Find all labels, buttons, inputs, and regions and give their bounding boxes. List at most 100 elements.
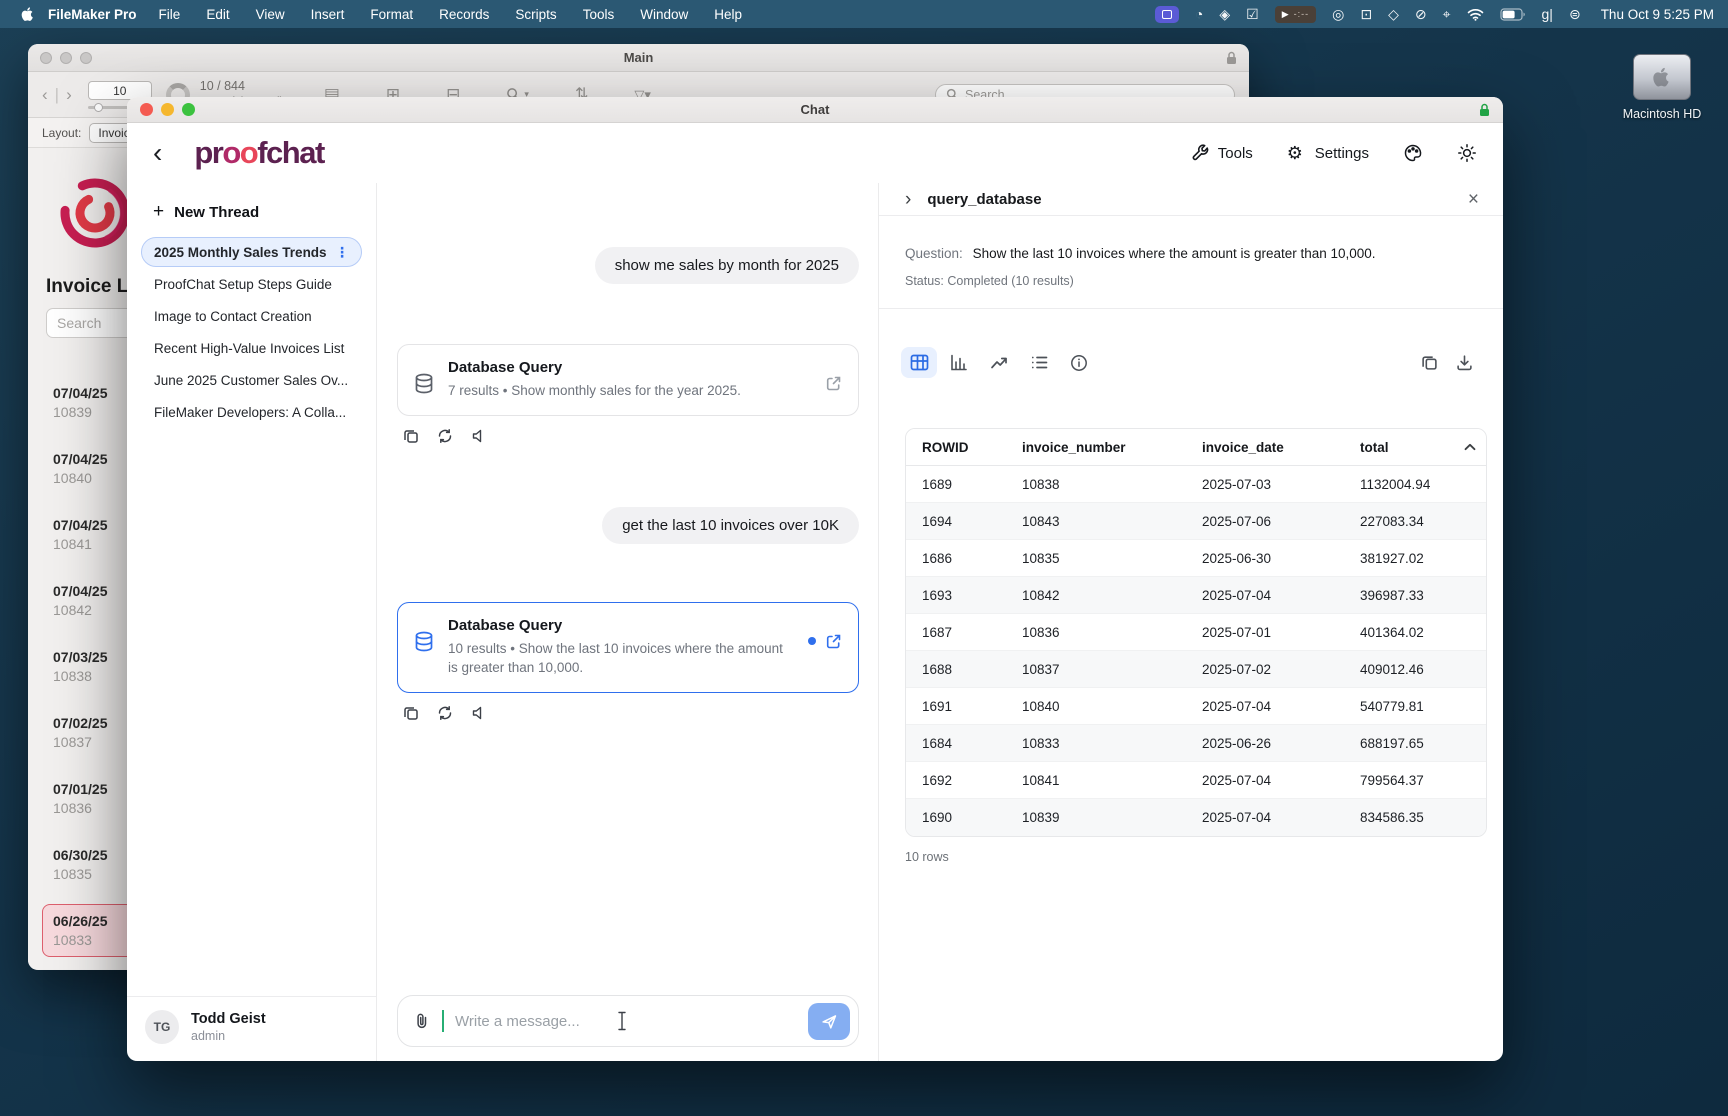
attachment-icon[interactable] [413,1012,431,1030]
sidebar-thread-item[interactable]: June 2025 Customer Sales Ov... [141,365,362,395]
copy-results-icon[interactable] [1421,354,1438,371]
line-chart-view-button[interactable] [981,347,1017,378]
camera-icon[interactable]: ⊡ [1360,7,1372,21]
column-header-ROWID[interactable]: ROWID [922,440,1022,455]
menu-records[interactable]: Records [439,7,489,22]
table-row[interactable]: 1690108392025-07-04834586.35 [906,799,1486,836]
c-app-icon[interactable]: ◎ [1332,7,1344,21]
card-title: Database Query [448,617,794,634]
thread-label: Recent High-Value Invoices List [154,341,344,356]
dev-shield-icon[interactable]: ◈ [1219,7,1230,21]
table-row[interactable]: 1692108412025-07-04799564.37 [906,762,1486,799]
apple-menu-icon[interactable] [20,6,36,22]
desktop-drive-icon[interactable]: Macintosh HD [1614,54,1710,121]
cell-invoice_date: 2025-07-04 [1202,588,1360,603]
screen-sharing-icon[interactable] [1155,6,1179,23]
regenerate-icon[interactable] [437,428,453,444]
message-input[interactable]: Write a message... [397,995,859,1047]
open-external-icon[interactable] [825,375,842,392]
menu-edit[interactable]: Edit [206,7,229,22]
cell-total: 401364.02 [1360,625,1460,640]
sidebar-thread-item[interactable]: FileMaker Developers: A Colla... [141,397,362,427]
result-view-toolbar [879,347,1503,378]
result-panel-header: › query_database × [879,183,1503,216]
sidebar-thread-item[interactable]: 2025 Monthly Sales Trends⋮ [141,237,362,267]
chat-app-header: ‹ proofchat Tools ⚙ Settings [127,123,1503,183]
settings-button[interactable]: ⚙ Settings [1287,143,1369,163]
pin-icon[interactable]: ⊘ [1415,7,1427,21]
chat-window[interactable]: Chat ‹ proofchat Tools ⚙ Settings [127,97,1503,1061]
menu-tools[interactable]: Tools [583,7,615,22]
menu-file[interactable]: File [159,7,181,22]
toggles-icon[interactable]: ⊜ [1569,7,1581,21]
record-nav-arrows[interactable]: ‹|› [42,85,72,105]
wifi-icon[interactable] [1467,8,1484,21]
copy-icon[interactable] [403,428,419,444]
download-icon[interactable] [1456,354,1473,371]
menu-scripts[interactable]: Scripts [515,7,556,22]
macintosh-hd-icon [1633,54,1691,100]
menu-view[interactable]: View [256,7,285,22]
tools-button[interactable]: Tools [1190,143,1253,163]
user-message-bubble: get the last 10 invoices over 10K [602,507,859,544]
cell-invoice_number: 10840 [1022,699,1202,714]
database-query-card-selected[interactable]: Database Query 10 results • Show the las… [397,602,859,693]
menubar-app-name[interactable]: FileMaker Pro [48,7,137,22]
thread-menu-icon[interactable]: ⋮ [335,244,349,261]
light-mode-icon[interactable] [1457,143,1477,163]
column-header-total[interactable]: total [1360,440,1460,455]
sidebar-thread-item[interactable]: Recent High-Value Invoices List [141,333,362,363]
speak-aloud-icon[interactable] [471,705,487,721]
table-row[interactable]: 1694108432025-07-06227083.34 [906,503,1486,540]
sidebar-thread-item[interactable]: Image to Contact Creation [141,301,362,331]
battery-icon[interactable] [1500,8,1526,21]
media-player-icon[interactable]: ▶-:-- [1275,6,1316,23]
table-row[interactable]: 1693108422025-07-04396987.33 [906,577,1486,614]
copy-icon[interactable] [403,705,419,721]
bar-chart-view-button[interactable] [941,347,977,378]
menu-window[interactable]: Window [640,7,688,22]
cell-ROWID: 1688 [922,662,1022,677]
open-external-icon[interactable] [825,633,842,650]
cell-invoice_date: 2025-07-06 [1202,514,1360,529]
send-button[interactable] [808,1003,850,1040]
column-header-invoice_number[interactable]: invoice_number [1022,440,1202,455]
menu-help[interactable]: Help [714,7,742,22]
ibeam-cursor [617,1011,627,1031]
list-view-button[interactable] [1021,347,1057,378]
info-icon [1070,354,1088,372]
column-header-invoice_date[interactable]: invoice_date [1202,440,1360,455]
cleaner-icon[interactable]: ⌖ [1443,7,1451,21]
list-icon [1031,355,1048,370]
new-thread-button[interactable]: + New Thread [141,201,362,223]
menu-format[interactable]: Format [370,7,413,22]
cell-ROWID: 1690 [922,810,1022,825]
user-account-block[interactable]: TG Todd Geist admin [127,996,376,1061]
table-view-button[interactable] [901,347,937,378]
regenerate-icon[interactable] [437,705,453,721]
sort-asc-icon[interactable] [1460,443,1486,451]
theme-palette-icon[interactable] [1403,143,1423,163]
database-query-card[interactable]: Database Query 7 results • Show monthly … [397,344,859,416]
screen-time-icon[interactable]: ◔ [1195,7,1203,21]
table-row[interactable]: 1684108332025-06-26688197.65 [906,725,1486,762]
table-row[interactable]: 1686108352025-06-30381927.02 [906,540,1486,577]
table-row[interactable]: 1689108382025-07-031132004.94 [906,466,1486,503]
back-button[interactable]: ‹ [153,139,162,167]
table-row[interactable]: 1688108372025-07-02409012.46 [906,651,1486,688]
user-message-bubble: show me sales by month for 2025 [595,247,859,284]
collapse-chevron-icon[interactable]: › [905,190,911,209]
table-row[interactable]: 1687108362025-07-01401364.02 [906,614,1486,651]
grammarly-icon[interactable]: g| [1542,7,1553,21]
close-panel-icon[interactable]: × [1468,190,1479,209]
sidebar-thread-item[interactable]: ProofChat Setup Steps Guide [141,269,362,299]
menu-insert[interactable]: Insert [311,7,345,22]
message-actions [397,428,859,444]
notch-shield-icon[interactable]: ◇ [1388,7,1399,21]
info-view-button[interactable] [1061,347,1097,378]
table-row[interactable]: 1691108402025-07-04540779.81 [906,688,1486,725]
cell-total: 688197.65 [1360,736,1460,751]
speak-aloud-icon[interactable] [471,428,487,444]
menubar-clock[interactable]: Thu Oct 9 5:25 PM [1601,7,1714,22]
tasks-icon[interactable]: ☑ [1246,7,1259,21]
